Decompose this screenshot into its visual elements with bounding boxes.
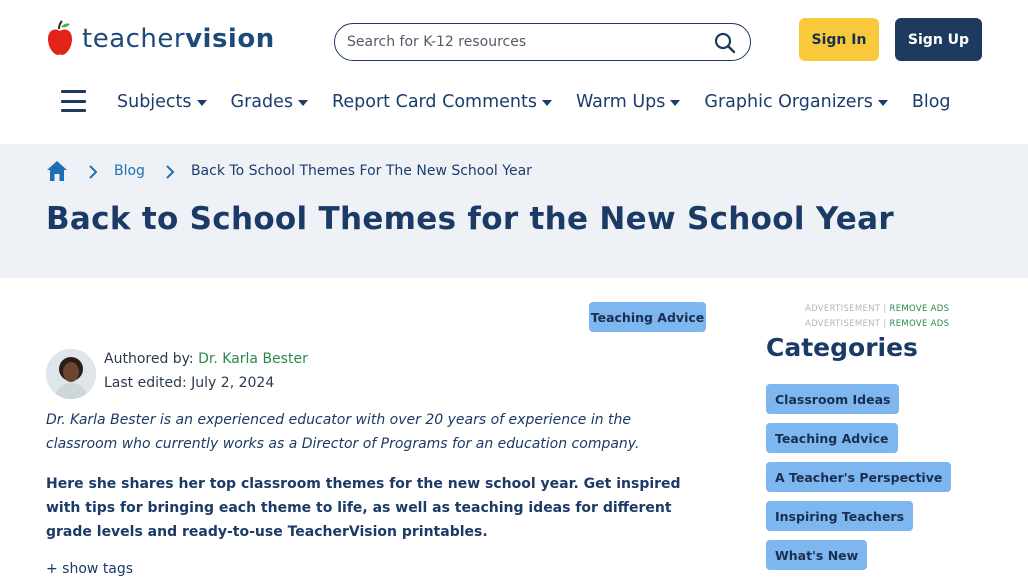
nav-item-label: Warm Ups xyxy=(575,92,666,112)
authored-by-label: Authored by: xyxy=(104,351,194,367)
category-teaching-advice[interactable]: Teaching Advice xyxy=(766,423,898,453)
nav-item-report-card-comments[interactable]: Report Card Comments xyxy=(332,92,552,112)
search-bar xyxy=(334,23,751,61)
caret-down-icon xyxy=(541,100,552,106)
apple-icon xyxy=(46,20,74,56)
author-bio: Dr. Karla Bester is an experienced educa… xyxy=(46,412,640,452)
category-whats-new[interactable]: What's New xyxy=(766,540,868,570)
logo-wordmark: teachervision xyxy=(82,24,275,54)
main-nav: Subjects Grades Report Card Comments War… xyxy=(117,92,975,112)
author-byline: Authored by: Dr. Karla Bester xyxy=(104,351,308,367)
chevron-right-icon xyxy=(165,164,175,179)
advertisement-label: ADVERTISEMENT | REMOVE ADS xyxy=(805,304,950,314)
last-edited: Last edited: July 2, 2024 xyxy=(104,375,275,391)
author-name-link[interactable]: Dr. Karla Bester xyxy=(198,351,308,367)
nav-item-label: Subjects xyxy=(117,92,192,112)
caret-down-icon xyxy=(298,100,309,106)
nav-item-graphic-organizers[interactable]: Graphic Organizers xyxy=(704,92,888,112)
category-classroom-ideas[interactable]: Classroom Ideas xyxy=(766,384,900,414)
sign-in-button[interactable]: Sign In xyxy=(799,18,879,61)
author-avatar xyxy=(46,349,96,399)
category-a-teachers-perspective[interactable]: A Teacher's Perspective xyxy=(766,462,952,492)
breadcrumb: Blog Back To School Themes For The New S… xyxy=(46,160,532,182)
page-title: Back to School Themes for the New School… xyxy=(46,201,894,237)
remove-ads-link[interactable]: REMOVE ADS xyxy=(889,304,949,314)
nav-item-label: Report Card Comments xyxy=(332,92,537,112)
breadcrumb-blog-link[interactable]: Blog xyxy=(114,163,145,179)
sign-up-button[interactable]: Sign Up xyxy=(895,18,982,61)
remove-ads-link[interactable]: REMOVE ADS xyxy=(889,319,949,329)
ad-label-text: ADVERTISEMENT xyxy=(805,319,881,329)
caret-down-icon xyxy=(670,100,681,106)
page-header-band: Blog Back To School Themes For The New S… xyxy=(0,144,1028,278)
article-intro: Here she shares her top classroom themes… xyxy=(46,476,681,540)
nav-item-label: Blog xyxy=(911,92,951,112)
teachervision-logo[interactable]: teachervision xyxy=(46,20,275,56)
nav-item-subjects[interactable]: Subjects xyxy=(117,92,207,112)
nav-item-grades[interactable]: Grades xyxy=(230,92,309,112)
nav-item-warm-ups[interactable]: Warm Ups xyxy=(575,92,681,112)
nav-item-blog[interactable]: Blog xyxy=(912,92,951,112)
caret-down-icon xyxy=(196,100,207,106)
category-inspiring-teachers[interactable]: Inspiring Teachers xyxy=(766,501,914,531)
logo-word-vision: vision xyxy=(185,24,275,54)
nav-item-label: Grades xyxy=(230,92,294,112)
advertisement-label: ADVERTISEMENT | REMOVE ADS xyxy=(805,319,950,329)
ad-label-text: ADVERTISEMENT xyxy=(805,304,881,314)
home-icon[interactable] xyxy=(46,160,68,182)
caret-down-icon xyxy=(877,100,888,106)
article-tag-button[interactable]: Teaching Advice xyxy=(589,302,706,332)
chevron-right-icon xyxy=(88,164,98,179)
search-input[interactable] xyxy=(347,32,697,52)
categories-heading: Categories xyxy=(766,333,918,362)
search-icon[interactable] xyxy=(714,32,736,54)
hamburger-icon[interactable] xyxy=(61,90,86,112)
show-tags-toggle[interactable]: + show tags xyxy=(46,561,133,577)
logo-word-teacher: teacher xyxy=(82,24,186,54)
breadcrumb-current: Back To School Themes For The New School… xyxy=(190,163,532,179)
nav-item-label: Graphic Organizers xyxy=(704,92,873,112)
